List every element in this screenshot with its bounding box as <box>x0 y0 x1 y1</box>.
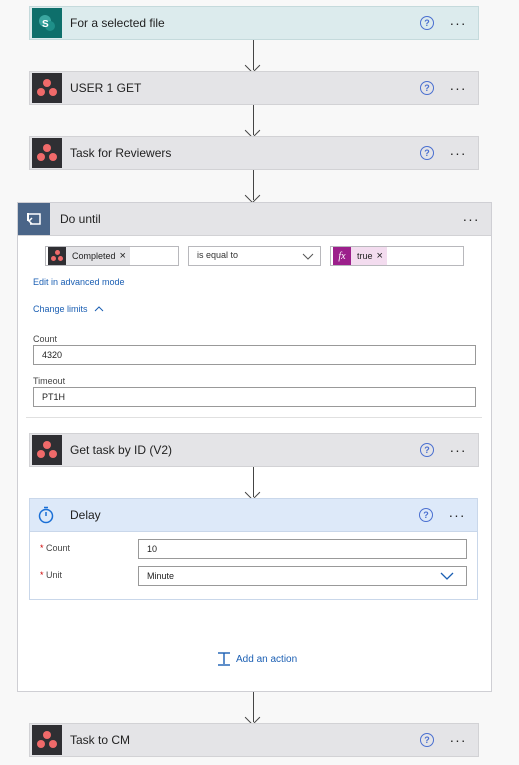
delay-unit-select[interactable]: Minute <box>138 566 467 586</box>
count-input[interactable]: 4320 <box>33 345 476 365</box>
token-label: true <box>357 251 373 261</box>
delay-unit-label: * Unit <box>40 570 62 580</box>
help-icon[interactable]: ? <box>420 443 434 457</box>
more-options-icon[interactable]: ··· <box>447 507 467 523</box>
count-label: Count <box>33 334 58 344</box>
add-action-icon <box>218 652 230 666</box>
connector-arrow <box>253 170 254 200</box>
change-limits-label: Change limits <box>33 304 88 314</box>
user1-get-card[interactable]: USER 1 GET ? ··· <box>29 71 479 105</box>
completed-token[interactable]: Completed × <box>48 247 130 265</box>
connector-arrow <box>253 40 254 70</box>
label-text: Unit <box>46 570 63 580</box>
help-icon[interactable]: ? <box>420 81 434 95</box>
task-to-cm-card[interactable]: Task to CM ? ··· <box>29 723 479 757</box>
delay-header[interactable]: Delay ? ··· <box>30 499 477 532</box>
token-label: Completed <box>72 251 116 261</box>
loop-icon <box>18 203 50 235</box>
svg-text:S: S <box>42 19 49 30</box>
help-icon[interactable]: ? <box>420 733 434 747</box>
trigger-card[interactable]: S For a selected file ? ··· <box>29 6 479 40</box>
more-options-icon[interactable]: ··· <box>461 211 481 227</box>
delay-card: Delay ? ··· * Count 10 * Unit Minute <box>29 498 478 600</box>
timeout-label: Timeout <box>33 376 66 386</box>
asana-icon <box>32 138 62 168</box>
more-options-icon[interactable]: ··· <box>448 80 468 96</box>
more-options-icon[interactable]: ··· <box>448 145 468 161</box>
delay-title: Delay <box>70 508 101 522</box>
expression-icon: fx <box>333 247 351 265</box>
help-icon[interactable]: ? <box>420 16 434 30</box>
card-title: Get task by ID (V2) <box>70 443 173 457</box>
asana-icon <box>48 247 66 265</box>
chevron-up-icon <box>94 306 104 312</box>
add-action-button[interactable]: Add an action <box>216 651 297 667</box>
change-limits-link[interactable]: Change limits <box>33 304 104 314</box>
card-title: USER 1 GET <box>70 81 142 95</box>
card-title: Task to CM <box>70 733 131 747</box>
do-until-title: Do until <box>60 212 101 226</box>
task-for-reviewers-card[interactable]: Task for Reviewers ? ··· <box>29 136 479 170</box>
timeout-input[interactable]: PT1H <box>33 387 476 407</box>
asana-icon <box>32 725 62 755</box>
true-token[interactable]: fx true × <box>333 247 387 265</box>
operator-select[interactable]: is equal to <box>188 246 321 266</box>
add-action-label: Add an action <box>236 653 298 665</box>
condition-left-field[interactable]: Completed × <box>45 246 179 266</box>
sharepoint-icon: S <box>32 8 62 38</box>
help-icon[interactable]: ? <box>420 146 434 160</box>
get-task-by-id-card[interactable]: Get task by ID (V2) ? ··· <box>29 433 479 467</box>
card-title: For a selected file <box>70 16 165 30</box>
chevron-down-icon <box>302 253 314 260</box>
help-icon[interactable]: ? <box>419 508 433 522</box>
condition-right-field[interactable]: fx true × <box>330 246 464 266</box>
delay-count-input[interactable]: 10 <box>138 539 467 559</box>
asana-icon <box>32 435 62 465</box>
required-marker: * <box>40 543 44 553</box>
connector-arrow <box>253 105 254 135</box>
remove-token-icon[interactable]: × <box>120 250 126 262</box>
remove-token-icon[interactable]: × <box>377 250 383 262</box>
label-text: Count <box>46 543 71 553</box>
connector-arrow <box>253 692 254 722</box>
operator-value: is equal to <box>197 250 239 260</box>
more-options-icon[interactable]: ··· <box>448 732 468 748</box>
more-options-icon[interactable]: ··· <box>448 442 468 458</box>
connector-arrow <box>253 467 254 497</box>
delay-count-label: * Count <box>40 543 70 553</box>
asana-icon <box>32 73 62 103</box>
unit-value: Minute <box>147 571 175 581</box>
divider <box>26 417 482 418</box>
card-title: Task for Reviewers <box>70 146 172 160</box>
more-options-icon[interactable]: ··· <box>448 15 468 31</box>
required-marker: * <box>40 570 44 580</box>
do-until-header[interactable]: Do until ··· <box>18 203 491 236</box>
edit-advanced-mode-link[interactable]: Edit in advanced mode <box>33 277 125 287</box>
chevron-down-icon <box>440 572 454 580</box>
timer-icon <box>30 506 62 524</box>
